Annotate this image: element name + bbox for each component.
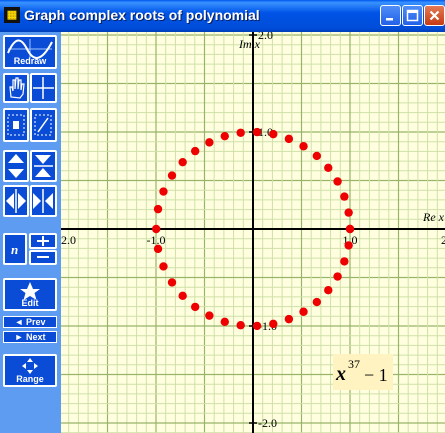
minimize-icon xyxy=(386,18,393,21)
close-icon xyxy=(429,10,440,21)
expand-vertical-icon xyxy=(8,154,24,178)
zoom-out-box-button[interactable] xyxy=(30,108,57,142)
root-point xyxy=(340,257,349,266)
root-point xyxy=(236,321,245,330)
x-tick-label: 2 xyxy=(441,233,445,247)
hand-icon xyxy=(9,77,25,99)
zoom-in-box-button[interactable] xyxy=(3,108,29,142)
redraw-label: Redraw xyxy=(13,56,47,66)
edit-button[interactable]: Edit xyxy=(3,278,57,311)
root-point xyxy=(269,319,278,329)
root-point xyxy=(284,134,294,144)
im-axis-label: Im x xyxy=(238,37,261,51)
pan-hand-button[interactable] xyxy=(3,73,29,103)
stretch-vertical-button[interactable] xyxy=(3,150,29,182)
window-title: Graph complex roots of polynomial xyxy=(24,7,260,23)
close-button[interactable] xyxy=(424,5,445,26)
root-point xyxy=(151,224,161,234)
zoom-in-box-icon xyxy=(7,114,25,136)
root-point xyxy=(252,321,262,331)
redraw-button[interactable]: Redraw xyxy=(3,35,57,69)
root-point xyxy=(236,128,245,137)
expand-horizontal-icon xyxy=(6,189,26,213)
crosshair-button[interactable] xyxy=(30,73,57,103)
crosshair-icon xyxy=(33,77,54,99)
root-point xyxy=(205,311,214,320)
root-point xyxy=(284,314,294,324)
four-way-arrows-icon xyxy=(22,358,38,374)
next-button[interactable]: ► Next xyxy=(3,331,57,343)
root-point xyxy=(220,131,229,141)
root-point xyxy=(252,127,262,137)
n-label: n xyxy=(11,242,19,257)
edit-label: Edit xyxy=(21,298,39,308)
range-label: Range xyxy=(16,374,44,384)
root-point xyxy=(178,291,187,301)
root-point xyxy=(299,307,308,316)
plus-icon xyxy=(37,236,49,246)
root-point xyxy=(269,129,278,139)
root-point xyxy=(324,163,333,172)
maximize-icon xyxy=(406,9,419,22)
root-point xyxy=(344,241,353,250)
formula-tail: − 1 xyxy=(364,365,388,385)
re-axis-label: Re x xyxy=(422,210,445,224)
shrink-vertical-button[interactable] xyxy=(30,150,57,182)
increment-button[interactable] xyxy=(29,233,57,249)
compress-vertical-icon xyxy=(34,155,53,177)
plot-area[interactable]: -2.0-1.01.022.01.0-1.0-2.0Re xIm x x 37 … xyxy=(61,32,445,433)
root-point xyxy=(333,177,342,186)
calculator-app-icon[interactable]: ▦ xyxy=(4,7,20,23)
app-window: ▦ Graph complex roots of polynomial Redr… xyxy=(0,0,445,433)
formula-base: x xyxy=(336,363,346,385)
root-point xyxy=(190,302,200,312)
range-button[interactable]: Range xyxy=(3,354,57,387)
root-point xyxy=(153,244,163,254)
shrink-horizontal-button[interactable] xyxy=(30,185,57,217)
minus-icon xyxy=(37,256,49,258)
polynomial-label: x 37 − 1 xyxy=(333,354,393,390)
root-point xyxy=(345,224,355,234)
zoom-out-box-icon xyxy=(34,114,52,136)
decrement-button[interactable] xyxy=(29,250,57,265)
root-point xyxy=(159,187,168,196)
tool-panel: Redraw n Edit ◄ Prev ► Next Range xyxy=(0,32,61,433)
root-point xyxy=(167,278,177,287)
y-tick-label: -2.0 xyxy=(258,416,277,430)
root-point xyxy=(153,204,163,214)
root-point xyxy=(312,151,322,161)
stretch-horizontal-button[interactable] xyxy=(3,185,29,217)
root-point xyxy=(324,286,333,295)
star-icon xyxy=(20,282,40,300)
root-point xyxy=(190,146,200,156)
root-point xyxy=(220,317,229,327)
x-tick-label: -1.0 xyxy=(147,233,166,247)
root-point xyxy=(340,192,349,201)
maximize-button[interactable] xyxy=(402,5,423,26)
title-bar[interactable]: ▦ Graph complex roots of polynomial xyxy=(0,0,445,32)
formula-exponent: 37 xyxy=(348,357,360,371)
y-tick-label: 2.0 xyxy=(258,32,273,42)
root-point xyxy=(178,157,187,167)
compress-horizontal-icon xyxy=(33,189,53,213)
root-point xyxy=(299,142,308,151)
minimize-button[interactable] xyxy=(380,5,401,26)
x-tick-label: -2.0 xyxy=(61,233,76,247)
root-point xyxy=(333,272,342,281)
n-parameter-button[interactable]: n xyxy=(3,233,27,265)
root-point xyxy=(205,138,214,147)
root-point xyxy=(159,262,168,271)
root-point xyxy=(344,208,353,217)
prev-button[interactable]: ◄ Prev xyxy=(3,316,57,328)
root-point xyxy=(312,297,322,307)
root-point xyxy=(167,171,177,180)
